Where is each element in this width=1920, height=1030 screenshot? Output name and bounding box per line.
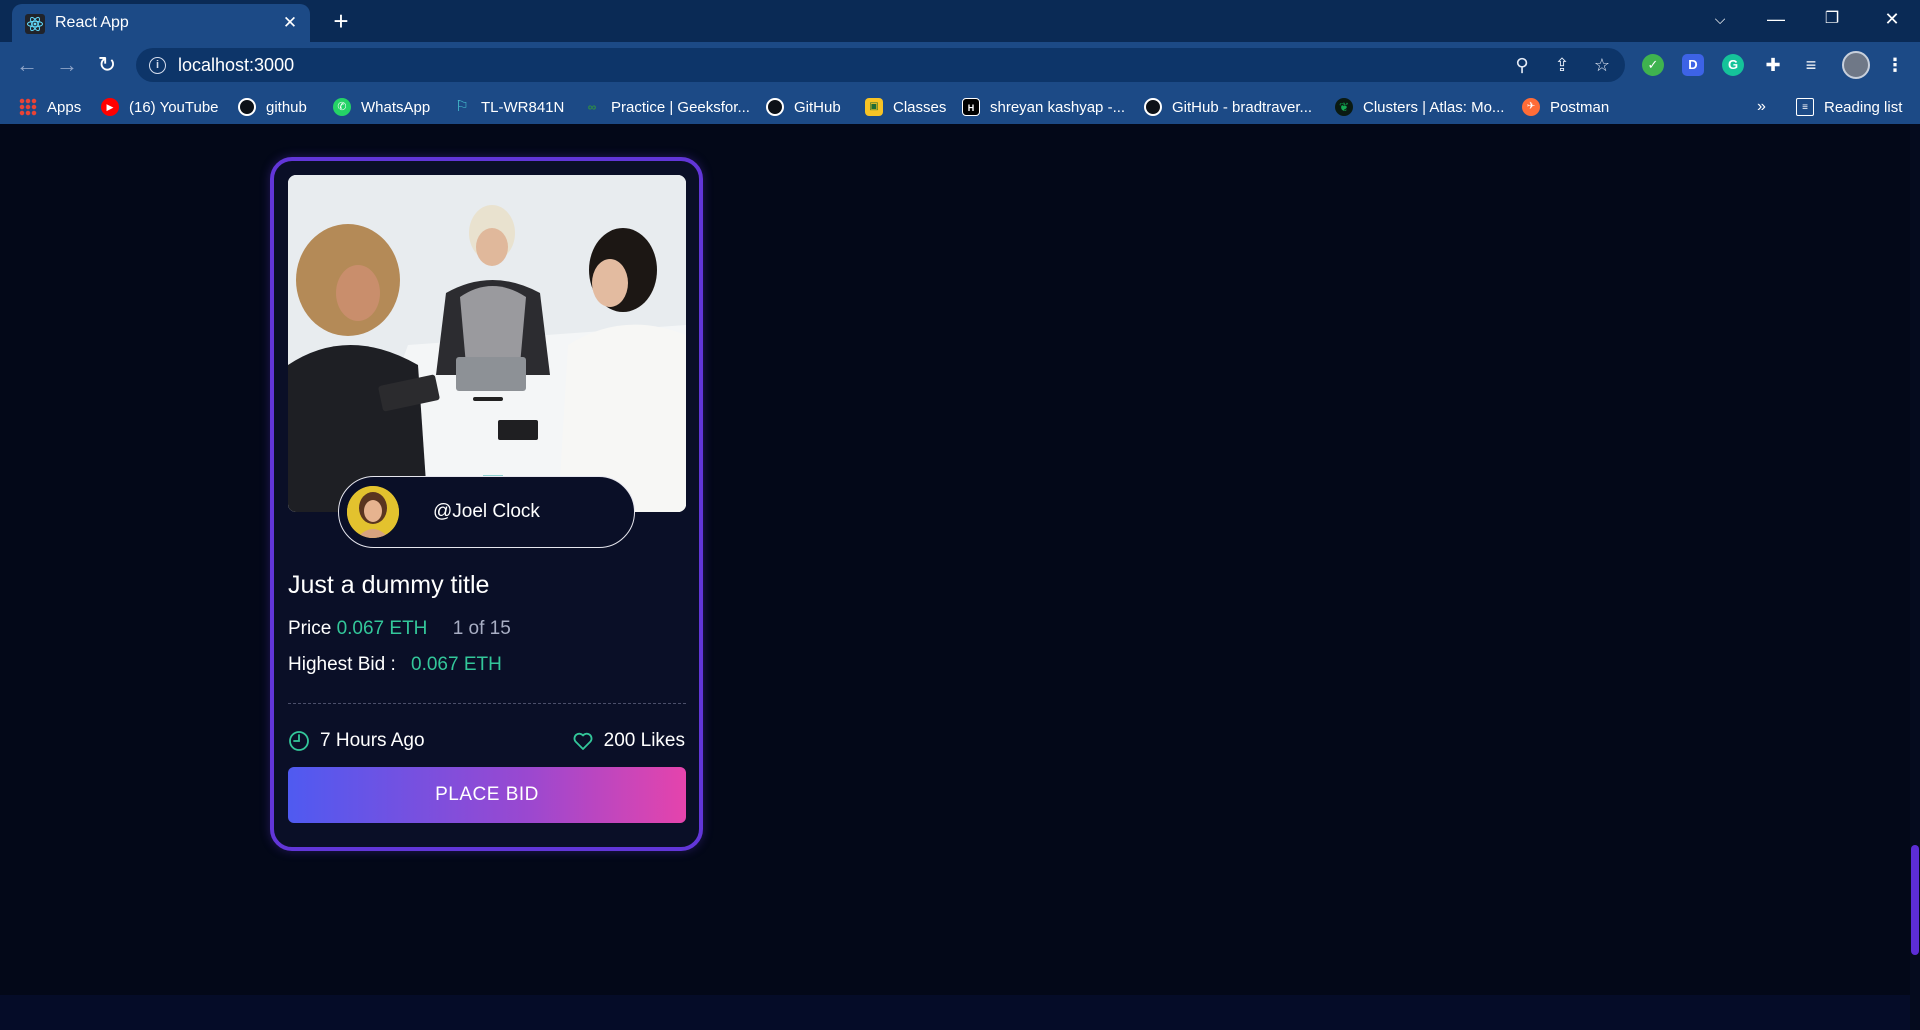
time-text: 7 Hours Ago [320,730,425,751]
extension-green-icon[interactable]: ✓ [1642,54,1664,76]
bookmark-github[interactable]: github [238,96,307,118]
close-tab-icon[interactable]: ✕ [278,11,302,35]
minimize-button[interactable]: — [1748,0,1804,40]
url-text[interactable]: localhost:3000 [178,55,294,76]
media-control-icon[interactable]: ≡ [1800,54,1822,76]
browser-tab[interactable]: React App ✕ [12,4,310,42]
extensions-puzzle-icon[interactable]: ✚ [1762,54,1784,76]
geeksforgeeks-icon: ∞ [587,100,597,114]
new-tab-button[interactable]: + [326,7,356,37]
nft-image [288,175,686,512]
clock-icon [289,731,309,751]
restore-button[interactable]: ❐ [1804,0,1860,40]
highest-bid-row: Highest Bid : 0.067 ETH [288,654,502,676]
bookmark-apps[interactable]: Apps [19,96,81,118]
whatsapp-icon: ✆ [333,98,351,116]
bookmark-geeksforgeeks[interactable]: ∞ Practice | Geeksfor... [583,96,750,118]
extension-d-icon[interactable]: D [1682,54,1704,76]
heart-icon[interactable] [572,730,594,752]
reload-button[interactable]: ↻ [92,51,122,81]
bookmark-mongodb[interactable]: ❦ Clusters | Atlas: Mo... [1335,96,1504,118]
tab-strip: React App ✕ + ⌵ — ❐ ✕ [0,0,1920,42]
browser-menu-icon[interactable]: ⋮ [1884,54,1906,76]
more-bookmarks-button[interactable]: » [1757,96,1766,118]
tplink-icon: ⚐ [455,98,469,115]
tab-search-chevron-icon[interactable]: ⌵ [1692,0,1748,40]
highest-bid-value: 0.067 ETH [411,654,502,675]
bookmark-youtube[interactable]: ▶ (16) YouTube [101,96,219,118]
profile-avatar-icon[interactable] [1842,51,1870,79]
scrollbar-thumb[interactable] [1911,845,1919,955]
bookmark-github-2[interactable]: GitHub [766,96,841,118]
apps-grid-icon [19,98,37,116]
bookmark-classes[interactable]: ▣ Classes [865,96,946,118]
nft-card: @Joel Clock Just a dummy title Price 0.0… [270,157,703,851]
price-label: Price [288,618,332,639]
likes-info[interactable]: 200 Likes [572,730,685,752]
bookmarks-bar: Apps ▶ (16) YouTube github ✆ WhatsApp ⚐ … [0,88,1920,124]
github-icon [766,98,784,116]
classroom-icon: ▣ [865,98,883,116]
avatar [347,486,399,538]
likes-count: 200 Likes [603,730,685,751]
bookmark-tplink[interactable]: ⚐ TL-WR841N [453,96,564,118]
hackerrank-icon: H [962,98,980,116]
highest-bid-label: Highest Bid : [288,654,396,675]
mongodb-leaf-icon: ❦ [1335,98,1353,116]
youtube-icon: ▶ [101,98,119,116]
back-button[interactable]: ← [12,51,42,81]
time-info: 7 Hours Ago [288,730,425,752]
reading-list-button[interactable]: ≡ Reading list [1796,96,1902,118]
divider [288,703,686,704]
site-info-icon[interactable]: i [149,57,166,74]
github-icon [238,98,256,116]
bookmark-star-icon[interactable]: ☆ [1590,54,1614,78]
nft-title: Just a dummy title [288,571,490,599]
meeting-photo [288,175,686,512]
share-icon[interactable]: ⇪ [1550,54,1574,78]
bookmark-github-bradtraversy[interactable]: GitHub - bradtraver... [1144,96,1312,118]
creator-badge[interactable]: @Joel Clock [338,476,635,548]
close-window-button[interactable]: ✕ [1864,0,1920,40]
react-logo-icon [25,14,45,34]
grammarly-icon[interactable]: G [1722,54,1744,76]
price-value: 0.067 ETH [336,618,428,639]
place-bid-button[interactable]: PLACE BID [288,767,686,823]
page-footer [0,995,1910,1030]
browser-toolbar: ← → ↻ i localhost:3000 ⚲ ⇪ ☆ ✓ D G ✚ ≡ ⋮ [0,42,1920,88]
zoom-icon[interactable]: ⚲ [1510,54,1534,78]
edition-count: 1 of 15 [452,618,511,639]
price-row: Price 0.067 ETH 1 of 15 [288,618,511,640]
github-icon [1144,98,1162,116]
tab-title: React App [55,14,129,31]
bookmark-postman[interactable]: ✈ Postman [1522,96,1609,118]
postman-icon: ✈ [1522,98,1540,116]
forward-button[interactable]: → [52,51,82,81]
creator-name: @Joel Clock [433,501,540,522]
reading-list-icon: ≡ [1796,98,1814,116]
address-bar[interactable]: i localhost:3000 ⚲ ⇪ ☆ [136,48,1625,82]
bookmark-hackerrank[interactable]: H shreyan kashyap -... [962,96,1125,118]
bookmark-whatsapp[interactable]: ✆ WhatsApp [333,96,430,118]
